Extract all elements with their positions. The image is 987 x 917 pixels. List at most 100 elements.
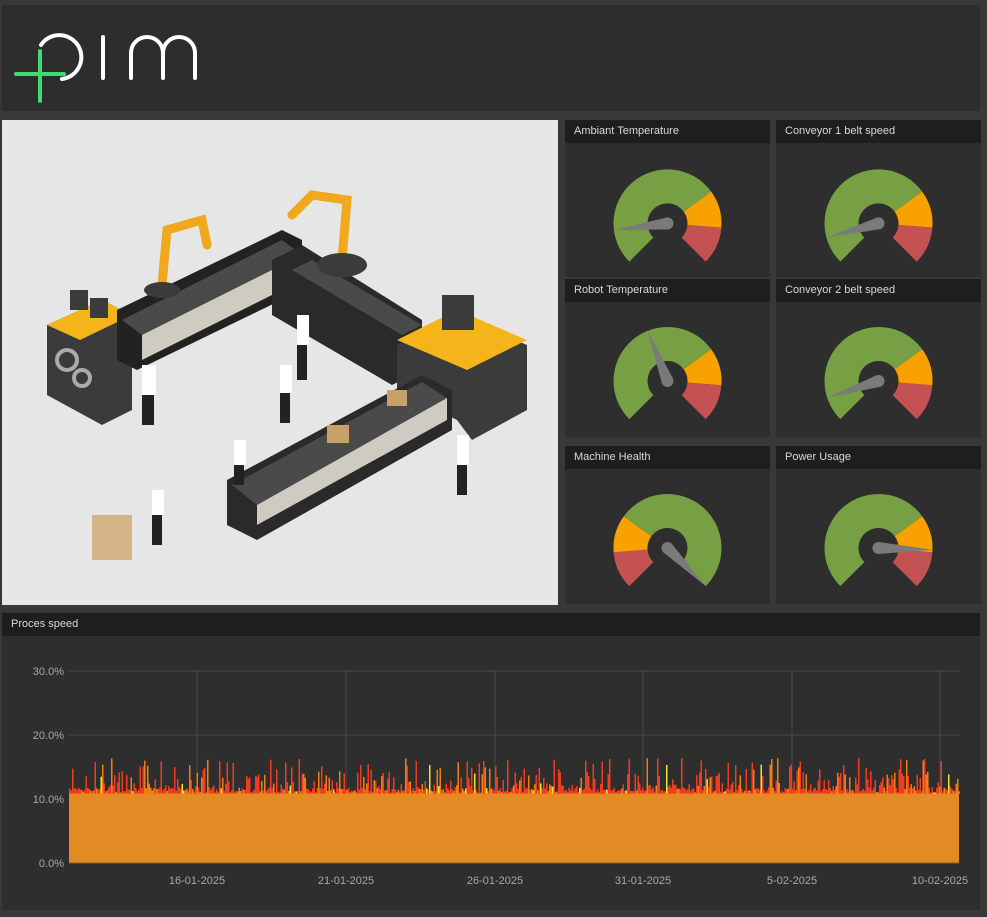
bar-peak: [528, 775, 530, 794]
bar-peak: [382, 772, 384, 794]
bar-peak: [181, 783, 183, 794]
bar-peak: [288, 790, 290, 794]
bar-peak: [804, 788, 806, 794]
bar-peak: [774, 790, 776, 794]
bar-peak: [816, 790, 818, 794]
bar-peak: [81, 790, 83, 794]
bar-peak: [853, 792, 855, 794]
bar-peak: [358, 789, 360, 794]
bar-peak: [780, 792, 782, 794]
bar-peak: [802, 772, 804, 794]
bar-peak: [138, 789, 140, 794]
bar-peak: [708, 786, 710, 794]
bar-peak: [144, 760, 146, 794]
bar-peak: [417, 787, 419, 794]
bar-peak: [387, 778, 389, 794]
bar-peak: [247, 779, 249, 794]
bar-peak: [811, 791, 813, 794]
bar-peak: [634, 774, 636, 794]
bar-peak: [273, 783, 275, 794]
gauge-title: Machine Health: [565, 446, 770, 469]
bar-peak: [190, 780, 192, 794]
bar-peak: [670, 787, 672, 794]
x-tick-label: 16-01-2025: [169, 875, 225, 887]
bar-peak: [175, 790, 177, 794]
bar-peak: [354, 790, 356, 794]
bar-peak: [228, 781, 230, 794]
bar-peak: [157, 789, 159, 794]
bar-peak: [192, 788, 194, 794]
bar-peak: [210, 790, 212, 794]
bar-peak: [805, 774, 807, 794]
bar-peak: [714, 790, 716, 794]
bar-peak: [664, 791, 666, 794]
bar-peak: [271, 787, 273, 794]
bar-peak: [882, 777, 884, 794]
bar-peak: [285, 762, 287, 794]
bar-peak: [130, 777, 132, 794]
bar-peak: [544, 788, 546, 794]
bar-peak: [252, 791, 254, 794]
bar-peak: [832, 786, 834, 794]
bar-peak: [253, 789, 255, 794]
bar-peak: [487, 791, 489, 794]
bar-peak: [826, 790, 828, 794]
bar-peak: [894, 772, 896, 794]
bar-peak: [742, 792, 744, 794]
bar-peak: [399, 791, 401, 794]
bar-peak: [687, 788, 689, 794]
bar-peak: [798, 767, 800, 794]
bar-peak: [660, 790, 662, 794]
bar-peak: [556, 791, 558, 794]
bar-peak: [345, 789, 347, 794]
bar-peak: [336, 782, 338, 794]
bar-peak: [936, 788, 938, 794]
bar-peak: [700, 760, 702, 794]
bar-peak: [582, 790, 584, 794]
proces-speed-chart[interactable]: 0.0% 10.0% 20.0% 30.0% 16-01-2025 21-01-2025 2…: [2, 636, 980, 910]
bar-peak: [316, 787, 318, 794]
bar-peak: [112, 785, 114, 794]
bar-peak: [297, 790, 299, 794]
bar-peak: [930, 792, 932, 794]
gauge-machine-health: [613, 494, 722, 587]
bar-peak: [507, 760, 509, 794]
bar-peak: [199, 791, 201, 794]
bar-peak: [207, 759, 209, 794]
bar-peak: [561, 785, 563, 794]
bar-peak: [829, 788, 831, 794]
bar-peak: [153, 788, 155, 794]
bar-peak: [741, 788, 743, 794]
bar-peak: [703, 785, 705, 794]
bar-peak: [85, 776, 87, 794]
bar-peak: [684, 788, 686, 794]
bar-peak: [747, 790, 749, 794]
bar-peak: [957, 778, 959, 794]
bar-peak: [106, 790, 108, 794]
bar-peak: [441, 789, 443, 794]
pim-logo[interactable]: [12, 23, 212, 103]
bar-peak: [843, 765, 845, 794]
bar-peak: [736, 790, 738, 794]
bar-peak: [442, 789, 444, 794]
bar-peak: [757, 788, 759, 794]
bar-peak: [595, 791, 597, 794]
bar-peak: [460, 777, 462, 794]
bar-peak: [282, 788, 284, 794]
bar-peak: [171, 787, 173, 794]
bar-peak: [513, 785, 515, 794]
bar-peak: [237, 791, 239, 794]
bar-peak: [631, 791, 633, 794]
bar-peak: [726, 788, 728, 794]
bar-peak: [445, 783, 447, 794]
bar-peak: [114, 775, 116, 794]
bar-peak: [240, 790, 242, 794]
bar-peak: [567, 792, 569, 794]
bar-peak: [696, 774, 698, 794]
bar-peak: [270, 759, 272, 794]
bar-peak: [886, 774, 888, 794]
bar-peak: [187, 790, 189, 794]
bar-peak: [277, 791, 279, 794]
bar-peak: [439, 767, 441, 794]
bar-peak: [394, 789, 396, 794]
